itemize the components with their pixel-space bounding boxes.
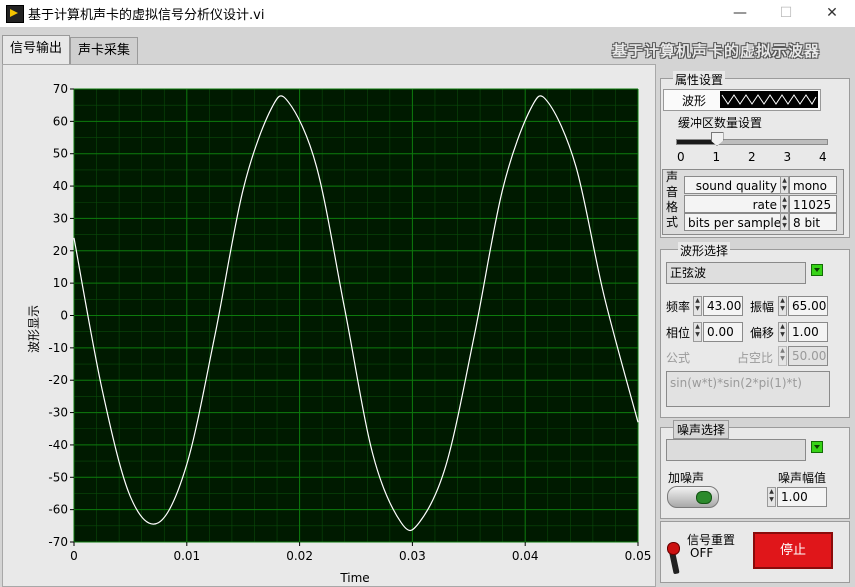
y-tick-label: -10 — [48, 341, 68, 355]
formula-label: 公式 — [666, 351, 691, 365]
y-tick-label: -70 — [48, 535, 68, 549]
offset-input[interactable]: 1.00 — [788, 322, 828, 342]
add-noise-label: 加噪声 — [668, 471, 705, 485]
amplitude-spinner[interactable]: ▲ ▼ — [778, 296, 787, 316]
title-bar: 基于计算机声卡的虚拟信号分析仪设计.vi — ☐ ✕ — [0, 0, 855, 27]
signal-reset-switch[interactable] — [667, 542, 681, 576]
frequency-input[interactable]: 43.00 — [703, 296, 743, 316]
x-tick-labels: 0 0.01 0.02 0.03 0.04 0.05 — [70, 542, 651, 563]
y-tick-label: 40 — [53, 179, 68, 193]
rate-name: rate — [684, 195, 781, 213]
buffer-slider-scale: 0 1 2 3 4 — [676, 150, 828, 164]
y-tick-label: 60 — [53, 114, 68, 128]
stop-button[interactable]: 停止 — [753, 532, 833, 569]
add-noise-led-icon — [696, 491, 712, 504]
noise-amplitude-label: 噪声幅值 — [778, 471, 827, 485]
sound-quality-value[interactable]: mono — [789, 176, 837, 194]
noise-amplitude-input[interactable]: 1.00 — [777, 487, 827, 507]
x-tick-label: 0 — [70, 549, 78, 563]
buffer-count-label: 缓冲区数量设置 — [678, 116, 763, 130]
buffer-scale-tick: 4 — [819, 150, 827, 164]
rate-value[interactable]: 11025 — [789, 195, 837, 213]
switch-knob-icon — [667, 542, 680, 555]
signal-reset-state: OFF — [690, 546, 714, 560]
y-tick-label: -50 — [48, 470, 68, 484]
waveform-label: 波形 — [682, 94, 707, 108]
triangle-wave-icon — [720, 91, 818, 108]
page-title: 基于计算机声卡的虚拟示波器 — [612, 42, 821, 60]
y-tick-label: 0 — [60, 309, 68, 323]
waveform-select-group-label: 波形选择 — [678, 242, 731, 259]
duty-cycle-label: 占空比 — [737, 351, 774, 365]
bits-per-sample-value[interactable]: 8 bit — [789, 213, 837, 231]
phase-label: 相位 — [666, 326, 691, 340]
sound-quality-spinner[interactable]: ▲ ▼ — [780, 176, 789, 194]
tab-soundcard-capture[interactable]: 声卡采集 — [70, 37, 138, 65]
x-axis-label: Time — [339, 571, 369, 585]
amplitude-input[interactable]: 65.00 — [788, 296, 828, 316]
close-button[interactable]: ✕ — [809, 0, 855, 27]
frequency-spinner[interactable]: ▲ ▼ — [693, 296, 702, 316]
buffer-scale-tick: 3 — [783, 150, 792, 164]
y-tick-labels: 70 60 50 40 30 20 10 0 -10 -20 -30 -40 -50 -60 -70 — [48, 82, 74, 549]
y-tick-label: -30 — [48, 406, 68, 420]
phase-spinner[interactable]: ▲ ▼ — [693, 322, 702, 342]
add-noise-toggle[interactable] — [667, 486, 719, 508]
amplitude-label: 振幅 — [750, 300, 775, 314]
buffer-scale-tick: 2 — [748, 150, 756, 164]
properties-group-label: 属性设置 — [673, 71, 726, 88]
sound-format-label: 声 音 格 式 — [665, 170, 678, 229]
noise-amplitude-spinner[interactable]: ▲ ▼ — [767, 487, 776, 507]
buffer-slider-fill — [677, 140, 716, 144]
offset-spinner[interactable]: ▲ ▼ — [778, 322, 787, 342]
x-tick-label: 0.04 — [512, 549, 539, 563]
x-tick-label: 0.03 — [399, 549, 426, 563]
rate-spinner[interactable]: ▲ ▼ — [780, 195, 789, 213]
waveform-chart: 70 60 50 40 30 20 10 0 -10 -20 -30 -40 -50 -60 -70 0 0.… — [27, 82, 651, 585]
chart-grid — [73, 88, 639, 543]
waveform-type-select[interactable]: 正弦波 — [666, 262, 806, 284]
noise-type-dropdown-arrow[interactable] — [811, 441, 823, 453]
y-tick-label: -20 — [48, 373, 68, 387]
sound-quality-name: sound quality — [684, 176, 781, 194]
frequency-label: 频率 — [666, 300, 691, 314]
y-tick-label: 50 — [53, 147, 68, 161]
x-tick-label: 0.05 — [625, 549, 652, 563]
y-tick-label: 10 — [53, 276, 68, 290]
formula-input[interactable]: sin(w*t)*sin(2*pi(1)*t) — [666, 371, 830, 407]
tab-signal-output[interactable]: 信号输出 — [2, 35, 70, 66]
minimize-button[interactable]: — — [717, 0, 763, 27]
bits-per-sample-name: bits per sample — [684, 213, 781, 231]
y-tick-label: 20 — [53, 244, 68, 258]
y-tick-label: 30 — [53, 211, 68, 225]
noise-select-group-label: 噪声选择 — [673, 420, 730, 439]
buffer-scale-tick: 1 — [712, 150, 721, 164]
phase-input[interactable]: 0.00 — [703, 322, 743, 342]
bits-per-sample-spinner[interactable]: ▲ ▼ — [780, 213, 789, 231]
waveform-type-dropdown-arrow[interactable] — [811, 264, 823, 276]
noise-type-select[interactable] — [666, 439, 806, 461]
y-tick-label: -60 — [48, 503, 68, 517]
labview-vi-icon — [6, 5, 24, 23]
offset-label: 偏移 — [750, 326, 775, 340]
waveform-preview-control[interactable]: 波形 — [663, 89, 821, 111]
y-tick-label: -40 — [48, 438, 68, 452]
buffer-scale-tick: 0 — [677, 150, 685, 164]
duty-cycle-input[interactable]: 50.00 — [788, 346, 828, 366]
y-tick-label: 70 — [53, 82, 68, 96]
duty-cycle-spinner[interactable]: ▲ ▼ — [778, 346, 787, 366]
maximize-button[interactable]: ☐ — [763, 0, 809, 27]
x-tick-label: 0.01 — [173, 549, 200, 563]
y-axis-label: 波形显示 — [27, 305, 41, 353]
x-tick-label: 0.02 — [286, 549, 313, 563]
window-title: 基于计算机声卡的虚拟信号分析仪设计.vi — [28, 8, 265, 23]
